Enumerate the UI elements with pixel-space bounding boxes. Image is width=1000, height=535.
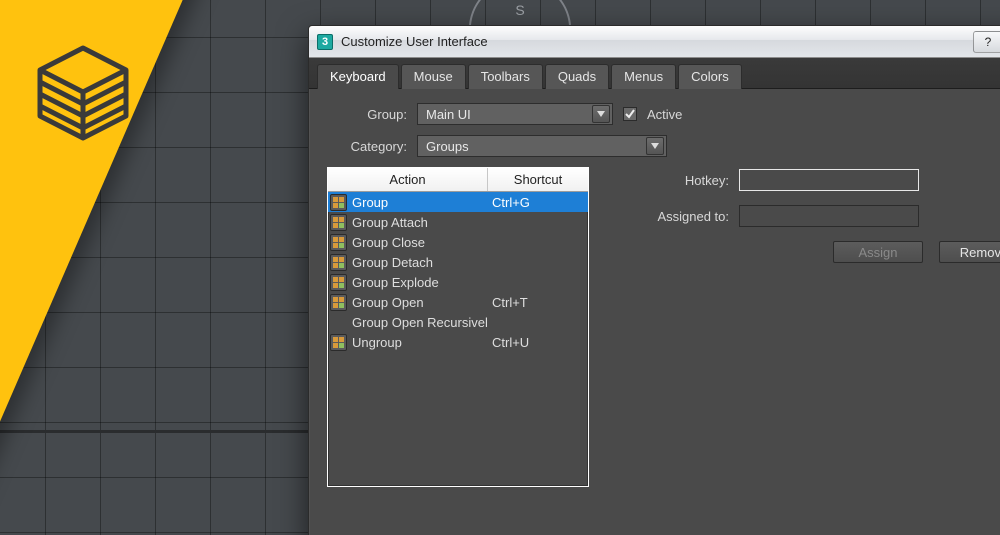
list-item[interactable]: Group Attach [328, 212, 588, 232]
category-select[interactable]: Groups [417, 135, 667, 157]
group-attach-icon [330, 214, 347, 231]
list-item[interactable]: GroupCtrl+G [328, 192, 588, 212]
window-title: Customize User Interface [341, 34, 965, 49]
list-item[interactable]: Group Close [328, 232, 588, 252]
list-item[interactable]: Group OpenCtrl+T [328, 292, 588, 312]
category-select-value: Groups [426, 139, 469, 154]
action-label: Group Close [351, 235, 488, 250]
list-item[interactable]: Group Open Recursively [328, 312, 588, 332]
tab-mouse[interactable]: Mouse [401, 64, 466, 89]
action-label: Group [351, 195, 488, 210]
remove-button[interactable]: Remove [939, 241, 1000, 263]
category-label: Category: [327, 139, 407, 154]
app-icon: 3 [317, 34, 333, 50]
column-action[interactable]: Action [328, 168, 488, 191]
shortcut-label: Ctrl+T [488, 295, 588, 310]
customize-ui-dialog: 3 Customize User Interface ? KeyboardMou… [308, 25, 1000, 535]
tabs: KeyboardMouseToolbarsQuadsMenusColors [309, 58, 1000, 89]
tab-toolbars[interactable]: Toolbars [468, 64, 543, 89]
tab-quads[interactable]: Quads [545, 64, 609, 89]
column-shortcut[interactable]: Shortcut [488, 168, 588, 191]
shortcut-label: Ctrl+G [488, 195, 588, 210]
list-item[interactable]: Group Explode [328, 272, 588, 292]
group-detach-icon [330, 254, 347, 271]
action-label: Group Detach [351, 255, 488, 270]
group-select-value: Main UI [426, 107, 471, 122]
group-close-icon [330, 234, 347, 251]
hotkey-input[interactable] [739, 169, 919, 191]
group-select[interactable]: Main UI [417, 103, 613, 125]
active-checkbox[interactable] [623, 107, 637, 121]
actions-list[interactable]: Action Shortcut GroupCtrl+GGroup AttachG… [327, 167, 589, 487]
hotkey-label: Hotkey: [629, 173, 729, 188]
group-open-icon [330, 294, 347, 311]
group-label: Group: [327, 107, 407, 122]
action-label: Group Explode [351, 275, 488, 290]
list-item[interactable]: Group Detach [328, 252, 588, 272]
chevron-down-icon [592, 105, 610, 123]
action-label: Group Attach [351, 215, 488, 230]
group-explode-icon [330, 274, 347, 291]
assign-button[interactable]: Assign [833, 241, 923, 263]
chevron-down-icon [646, 137, 664, 155]
ungroup-icon [330, 334, 347, 351]
action-label: Group Open [351, 295, 488, 310]
action-label: Ungroup [351, 335, 488, 350]
titlebar[interactable]: 3 Customize User Interface ? [309, 26, 1000, 58]
keyboard-panel: Group: Main UI Active Category: Groups [309, 89, 1000, 487]
list-header[interactable]: Action Shortcut [328, 168, 588, 192]
assigned-to-field [739, 205, 919, 227]
active-label: Active [647, 107, 682, 122]
tab-keyboard[interactable]: Keyboard [317, 64, 399, 89]
action-label: Group Open Recursively [351, 315, 488, 330]
assigned-to-label: Assigned to: [629, 209, 729, 224]
group-icon [330, 194, 347, 211]
help-button[interactable]: ? [973, 31, 1000, 53]
axis-south-label: S [515, 2, 524, 18]
list-item[interactable]: UngroupCtrl+U [328, 332, 588, 352]
tab-menus[interactable]: Menus [611, 64, 676, 89]
brand-logo-icon [28, 40, 138, 160]
shortcut-label: Ctrl+U [488, 335, 588, 350]
tab-colors[interactable]: Colors [678, 64, 742, 89]
blank [330, 314, 347, 331]
check-icon [625, 109, 635, 119]
